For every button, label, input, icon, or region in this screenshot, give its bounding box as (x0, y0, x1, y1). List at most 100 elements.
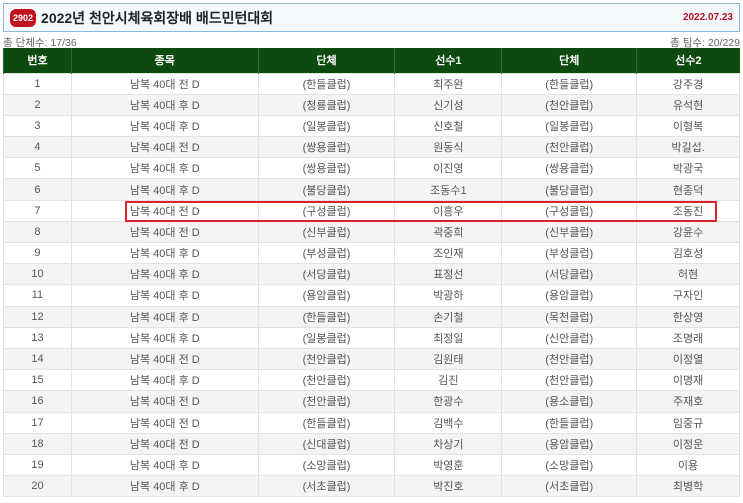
col-player2-cell: 강윤수 (636, 220, 740, 244)
col-event-cell: 남복 40대 전 D (70, 72, 259, 95)
col-player2-cell: 구자인 (636, 284, 740, 307)
table-row[interactable]: 17 남복 40대 전 D (한들클럽) 김백수 (한들클럽) 임중규 (3, 411, 740, 434)
col-event-cell: 남복 40대 후 D (70, 305, 259, 328)
col-club2-cell: (용소클럽) (501, 390, 638, 413)
table-row[interactable]: 10 남복 40대 후 D (서당클럽) 표정선 (서당클럽) 허현 (3, 263, 740, 286)
col-club1-cell: (용암클럽) (257, 284, 396, 307)
col-club2-cell: (서당클럽) (501, 263, 638, 286)
table-row[interactable]: 12 남복 40대 후 D (한들클럽) 손기철 (목천클럽) 한상영 (3, 305, 740, 328)
col-club2-cell: (불당클럽) (501, 178, 638, 201)
table-row[interactable]: 15 남복 40대 후 D (천안클럽) 김진 (천안클럽) 이명재 (3, 369, 740, 392)
col-club1-cell: (일봉클럽) (257, 114, 396, 138)
col-club1-cell: (신부클럽) (257, 220, 396, 244)
col-number-cell: 13 (3, 326, 72, 349)
table-row[interactable]: 3 남복 40대 후 D (일봉클럽) 신호철 (일봉클럽) 이형복 (3, 114, 740, 138)
col-number-cell: 16 (3, 390, 72, 413)
col-number-cell: 19 (3, 453, 72, 477)
col-event-cell: 남복 40대 전 D (70, 411, 259, 434)
col-number-cell: 1 (3, 72, 72, 95)
col-club1-cell: (한들클럽) (257, 72, 396, 95)
col-number-cell: 15 (3, 369, 72, 392)
col-club1-cell: (청룡클럽) (257, 93, 396, 116)
col-player2-cell: 유석현 (636, 93, 740, 116)
col-player1-cell: 신기성 (394, 93, 503, 116)
col-club2-cell: (신부클럽) (501, 220, 638, 244)
col-club1-cell: (구성클럽) (257, 199, 396, 222)
col-club2-cell: (쌍용클럽) (501, 157, 638, 180)
col-player1-cell: 최주완 (394, 72, 503, 95)
table-row[interactable]: 2 남복 40대 후 D (청룡클럽) 신기성 (천안클럽) 유석현 (3, 93, 740, 116)
col-number-cell: 5 (3, 157, 72, 180)
table-row[interactable]: 9 남복 40대 후 D (부성클럽) 조인재 (부성클럽) 김호성 (3, 241, 740, 265)
col-number-cell: 2 (3, 93, 72, 116)
col-player1-cell: 김원태 (394, 347, 503, 371)
col-event-cell: 남복 40대 전 D (70, 432, 259, 455)
col-player1-cell: 이흥우 (394, 199, 503, 222)
col-player2-cell: 임중규 (636, 411, 740, 434)
col-player2-cell: 김호성 (636, 241, 740, 265)
col-number-cell: 17 (3, 411, 72, 434)
table-row[interactable]: 4 남복 40대 전 D (쌍용클럽) 원동식 (천안클럽) 박길섭. (3, 136, 740, 159)
col-player2-cell: 한상영 (636, 305, 740, 328)
col-player1-cell: 최정일 (394, 326, 503, 349)
col-event-cell: 남복 40대 후 D (70, 114, 259, 138)
event-date: 2022.07.23 (682, 12, 733, 23)
page-title: 2022년 천안시체육회장배 배드민턴대회 (41, 9, 274, 26)
col-event-cell: 남복 40대 후 D (70, 178, 259, 201)
table-row[interactable]: 11 남복 40대 후 D (용암클럽) 박광하 (용암클럽) 구자인 (3, 284, 740, 307)
col-number-cell: 14 (3, 347, 72, 371)
table-row[interactable]: 19 남복 40대 후 D (소망클럽) 박영훈 (소망클럽) 이용 (3, 453, 740, 477)
col-number-cell: 9 (3, 241, 72, 265)
col-player1-cell: 차상기 (394, 432, 503, 455)
header-col-club1: 단체 (257, 48, 395, 73)
table-row[interactable]: 20 남복 40대 후 D (서초클럽) 박진호 (서초클럽) 최병학 (3, 475, 740, 498)
table-row[interactable]: 5 남복 40대 후 D (쌍용클럽) 이진영 (쌍용클럽) 박광국 (3, 157, 740, 180)
table-row[interactable]: 1 남복 40대 전 D (한들클럽) 최주완 (한들클럽) 강주경 (3, 72, 740, 95)
col-player2-cell: 강주경 (636, 72, 740, 95)
table-row[interactable]: 6 남복 40대 후 D (불당클럽) 조동수1 (불당클럽) 현종덕 (3, 178, 740, 201)
table-row[interactable]: 14 남복 40대 전 D (천안클럽) 김원태 (천안클럽) 이정열 (3, 347, 740, 371)
col-event-cell: 남복 40대 후 D (70, 453, 259, 477)
col-club1-cell: (쌍용클럽) (257, 157, 396, 180)
col-number-cell: 20 (3, 475, 72, 498)
col-event-cell: 남복 40대 후 D (70, 93, 259, 116)
col-number-cell: 7 (3, 199, 72, 222)
col-number-cell: 4 (3, 136, 72, 159)
teams-table: 번호 종목 단체 선수1 단체 선수2 1 남복 40대 전 D (한들클럽) 최주완 (한들클럽… (3, 48, 740, 498)
col-club2-cell: (신안클럽) (501, 326, 638, 349)
col-event-cell: 남복 40대 후 D (70, 475, 259, 498)
col-number-cell: 10 (3, 263, 72, 286)
col-club2-cell: (일봉클럽) (501, 114, 638, 138)
col-club1-cell: (불당클럽) (257, 178, 396, 201)
col-number-cell: 6 (3, 178, 72, 201)
header-col-player2: 선수2 (636, 48, 740, 73)
col-number-cell: 18 (3, 432, 72, 455)
col-player2-cell: 이용 (636, 453, 740, 477)
col-event-cell: 남복 40대 후 D (70, 284, 259, 307)
col-club2-cell: (용암클럽) (501, 432, 638, 455)
col-player1-cell: 박광하 (394, 284, 503, 307)
col-club1-cell: (천안클럽) (257, 390, 396, 413)
col-player2-cell: 조명래 (636, 326, 740, 349)
col-club1-cell: (소망클럽) (257, 453, 396, 477)
col-player1-cell: 손기철 (394, 305, 503, 328)
col-player1-cell: 조동수1 (394, 178, 503, 201)
event-badge: 2902 (10, 8, 37, 27)
col-event-cell: 남복 40대 전 D (70, 220, 259, 244)
col-event-cell: 남복 40대 전 D (70, 347, 259, 371)
table-row[interactable]: 18 남복 40대 전 D (신대클럽) 차상기 (용암클럽) 이정운 (3, 432, 740, 455)
header-col-event: 종목 (70, 48, 259, 73)
col-player2-cell: 박길섭. (636, 136, 740, 159)
col-event-cell: 남복 40대 전 D (70, 199, 259, 222)
table-row[interactable]: 16 남복 40대 전 D (천안클럽) 한광수 (용소클럽) 주재호 (3, 390, 740, 413)
col-club1-cell: (부성클럽) (257, 241, 396, 265)
col-event-cell: 남복 40대 전 D (70, 390, 259, 413)
col-player1-cell: 한광수 (394, 390, 503, 413)
col-club2-cell: (소망클럽) (501, 453, 638, 477)
col-player1-cell: 김백수 (394, 411, 503, 434)
table-row[interactable]: 8 남복 40대 전 D (신부클럽) 곽중희 (신부클럽) 강윤수 (3, 220, 740, 244)
table-row[interactable]: 13 남복 40대 후 D (일봉클럽) 최정일 (신안클럽) 조명래 (3, 326, 740, 349)
col-number-cell: 11 (3, 284, 72, 307)
col-player1-cell: 김진 (394, 369, 503, 392)
table-row[interactable]: 7 남복 40대 전 D (구성클럽) 이흥우 (구성클럽) 조동진 (3, 199, 740, 222)
